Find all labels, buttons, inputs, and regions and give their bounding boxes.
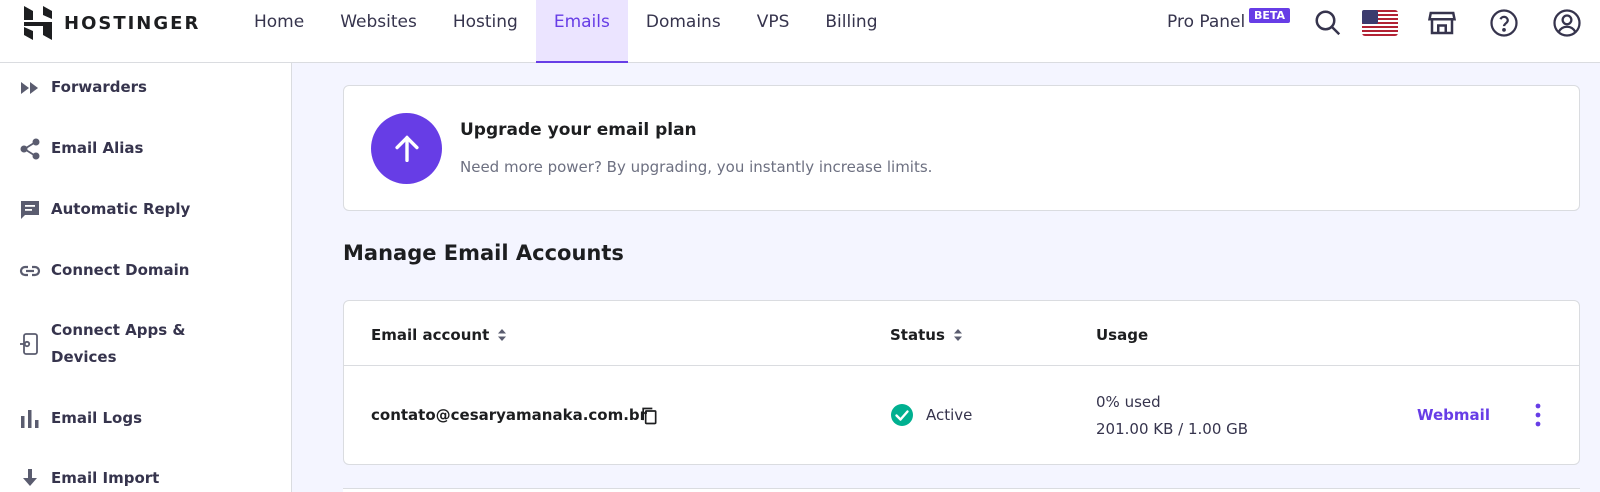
more-options-icon[interactable] xyxy=(1531,401,1545,429)
webmail-link[interactable]: Webmail xyxy=(1417,406,1490,424)
nav-hosting[interactable]: Hosting xyxy=(435,0,536,63)
usage-percent: 0% used xyxy=(1096,393,1161,411)
forward-icon xyxy=(18,76,42,100)
us-flag-icon[interactable] xyxy=(1362,7,1398,39)
sidebar-item-label: Connect Domain xyxy=(51,261,190,279)
status-text: Active xyxy=(926,406,973,424)
sidebar-item-label: Connect Apps & Devices xyxy=(51,321,186,366)
nav-domains[interactable]: Domains xyxy=(628,0,739,63)
brand-name: HOSTINGER xyxy=(64,12,201,34)
column-header-label: Email account xyxy=(371,326,490,344)
sidebar-item-automatic-reply[interactable]: Automatic Reply xyxy=(0,196,291,223)
beta-badge: BETA xyxy=(1249,8,1291,23)
share-icon xyxy=(18,137,42,161)
store-icon[interactable] xyxy=(1426,7,1458,39)
column-header-label: Status xyxy=(890,326,945,344)
pro-panel-link[interactable]: Pro Panel xyxy=(1167,12,1245,32)
sidebar-item-label: Email Alias xyxy=(51,139,144,157)
usage-size: 201.00 KB / 1.00 GB xyxy=(1096,420,1249,438)
nav-home[interactable]: Home xyxy=(236,0,322,63)
top-navigation-bar: HOSTINGER Home Websites Hosting Emails D… xyxy=(0,0,1600,63)
upgrade-card[interactable]: Upgrade your email plan Need more power?… xyxy=(343,85,1580,211)
sort-icon[interactable] xyxy=(953,328,963,342)
bar-chart-icon xyxy=(18,407,42,431)
column-header-usage: Usage xyxy=(1096,326,1148,344)
upgrade-arrow-icon xyxy=(371,113,442,184)
sidebar-item-email-import[interactable]: Email Import xyxy=(0,465,291,492)
column-header-status[interactable]: Status xyxy=(890,326,963,344)
device-icon xyxy=(18,332,42,356)
sidebar-item-email-alias[interactable]: Email Alias xyxy=(0,135,291,162)
main-nav: Home Websites Hosting Emails Domains VPS… xyxy=(236,0,895,63)
upgrade-description: Need more power? By upgrading, you insta… xyxy=(460,158,933,176)
sidebar-item-label: Email Import xyxy=(51,469,160,487)
help-icon[interactable] xyxy=(1488,7,1520,39)
check-circle-icon xyxy=(891,404,913,426)
page-title: Manage Email Accounts xyxy=(343,241,624,265)
hostinger-logo-icon xyxy=(24,6,52,40)
sort-icon[interactable] xyxy=(497,328,507,342)
copy-icon[interactable] xyxy=(639,406,659,426)
search-icon[interactable] xyxy=(1312,7,1344,39)
nav-emails[interactable]: Emails xyxy=(535,0,628,63)
sidebar-item-forwarders[interactable]: Forwarders xyxy=(0,74,291,101)
email-accounts-table: Email account Status Usage contato@cesar… xyxy=(343,300,1580,465)
sidebar-item-label: Email Logs xyxy=(51,409,143,427)
link-icon xyxy=(18,259,42,283)
upgrade-title: Upgrade your email plan xyxy=(460,120,697,140)
email-address: contato@cesaryamanaka.com.br xyxy=(371,406,648,424)
sidebar-item-label: Automatic Reply xyxy=(51,200,191,218)
table-divider xyxy=(344,365,1579,366)
sidebar-item-connect-domain[interactable]: Connect Domain xyxy=(0,257,291,284)
column-header-label: Usage xyxy=(1096,326,1149,344)
sidebar-item-label: Forwarders xyxy=(51,78,147,96)
email-sidebar: Forwarders Email Alias Automatic Reply C… xyxy=(0,63,292,492)
nav-websites[interactable]: Websites xyxy=(322,0,435,63)
column-header-email-account[interactable]: Email account xyxy=(371,326,507,344)
hostinger-logo[interactable]: HOSTINGER xyxy=(22,6,200,40)
account-icon[interactable] xyxy=(1551,7,1583,39)
chat-icon xyxy=(18,198,42,222)
sidebar-item-email-logs[interactable]: Email Logs xyxy=(0,405,291,432)
sidebar-item-connect-apps[interactable]: Connect Apps & Devices xyxy=(0,317,291,371)
download-icon xyxy=(18,467,42,491)
nav-billing[interactable]: Billing xyxy=(807,0,895,63)
nav-vps[interactable]: VPS xyxy=(739,0,808,63)
next-card-edge xyxy=(343,488,1580,492)
